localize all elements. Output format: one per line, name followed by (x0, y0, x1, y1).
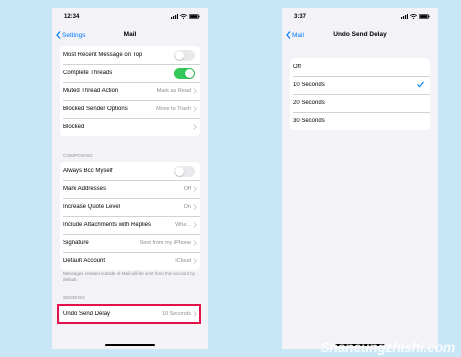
toggle-knob (175, 50, 184, 60)
option-label: Off (293, 64, 301, 70)
page-title: Mail (123, 31, 137, 38)
sending-section-header: SENDING (63, 295, 85, 300)
toggle-switch[interactable] (174, 67, 195, 79)
row-label: Include Attachments with Replies (63, 222, 152, 228)
page-title: Undo Send Delay (333, 31, 387, 38)
chevron-right-icon (193, 240, 197, 246)
undo-send-delay-screen: 3:37 Mail Undo Send Delay Off 10 Seconds… (282, 8, 438, 349)
row-label: Blocked Sender Options (63, 106, 128, 112)
option-30-seconds[interactable]: 30 Seconds (290, 112, 430, 130)
composing-group: Always Bcc Myself Mark Addresses Off Inc… (60, 162, 200, 270)
chevron-right-icon (193, 124, 197, 130)
settings-row: Always Bcc Myself (60, 162, 200, 180)
mail-settings-screen: 12:34 Settings Mail Most Recent Message … (52, 8, 208, 349)
row-label: Blocked (63, 124, 85, 130)
status-time: 3:37 (294, 14, 307, 20)
highlight-box (57, 304, 201, 324)
status-bar: 12:34 (52, 8, 208, 28)
row-label: Most Recent Message on Top (63, 52, 143, 58)
home-indicator (105, 344, 155, 346)
settings-row[interactable]: Increase Quote Level On (60, 198, 200, 216)
navigation-bar: Mail Undo Send Delay (282, 28, 438, 46)
settings-row[interactable]: Mark Addresses Off (60, 180, 200, 198)
composing-section-header: COMPOSING (63, 153, 93, 158)
status-bar: 3:37 (282, 8, 438, 28)
row-value: On (183, 204, 191, 210)
row-value: Mark as Read (156, 88, 191, 94)
option-label: 30 Seconds (293, 118, 325, 124)
row-value: Move to Trash (156, 106, 191, 112)
checkmark-icon (417, 81, 424, 88)
delay-options-group: Off 10 Seconds 20 Seconds 30 Seconds (290, 58, 430, 130)
settings-row[interactable]: Blocked (60, 118, 200, 136)
row-label: Complete Threads (63, 70, 113, 76)
chevron-right-icon (193, 106, 197, 112)
settings-row[interactable]: Blocked Sender Options Move to Trash (60, 100, 200, 118)
battery-icon (189, 14, 200, 19)
chevron-right-icon (193, 186, 197, 192)
wifi-icon (410, 14, 417, 19)
settings-row: Most Recent Message on Top (60, 46, 200, 64)
signal-icon (171, 14, 178, 19)
chevron-right-icon (193, 88, 197, 94)
row-value: iCloud (175, 258, 191, 264)
option-10-seconds[interactable]: 10 Seconds (290, 76, 430, 94)
chevron-right-icon (193, 222, 197, 228)
row-label: Muted Thread Action (63, 88, 119, 94)
navigation-bar: Settings Mail (52, 28, 208, 46)
row-label: Default Account (63, 258, 106, 264)
default-account-footnote: Messages created outside of Mail will be… (63, 271, 196, 282)
option-label: 10 Seconds (293, 82, 325, 88)
row-value: Sent from my iPhone (139, 240, 191, 246)
status-time: 12:34 (64, 14, 80, 20)
signal-icon (401, 14, 408, 19)
status-icons (401, 14, 430, 19)
row-label: Mark Addresses (63, 186, 107, 192)
option-label: 20 Seconds (293, 100, 325, 106)
option-off[interactable]: Off (290, 58, 430, 76)
settings-row[interactable]: Signature Sent from my iPhone (60, 234, 200, 252)
toggle-switch[interactable] (174, 165, 195, 177)
settings-row[interactable]: Default Account iCloud (60, 252, 200, 270)
row-label: Increase Quote Level (63, 204, 121, 210)
threading-group: Most Recent Message on Top Complete Thre… (60, 46, 200, 136)
row-value: Off (183, 186, 191, 192)
toggle-knob (175, 166, 184, 176)
toggle-switch[interactable] (174, 49, 195, 61)
option-20-seconds[interactable]: 20 Seconds (290, 94, 430, 112)
row-label: Always Bcc Myself (63, 168, 113, 174)
wifi-icon (180, 14, 187, 19)
chevron-right-icon (193, 258, 197, 264)
row-label: Signature (63, 240, 89, 246)
settings-row[interactable]: Include Attachments with Replies Whe... (60, 216, 200, 234)
toggle-knob (185, 68, 194, 78)
watermark-text: Shancungzhishi.com (320, 339, 455, 355)
status-icons (171, 14, 200, 19)
settings-row[interactable]: Muted Thread Action Mark as Read (60, 82, 200, 100)
battery-icon (419, 14, 430, 19)
row-value: Whe... (175, 222, 191, 228)
settings-row: Complete Threads (60, 64, 200, 82)
chevron-right-icon (193, 204, 197, 210)
